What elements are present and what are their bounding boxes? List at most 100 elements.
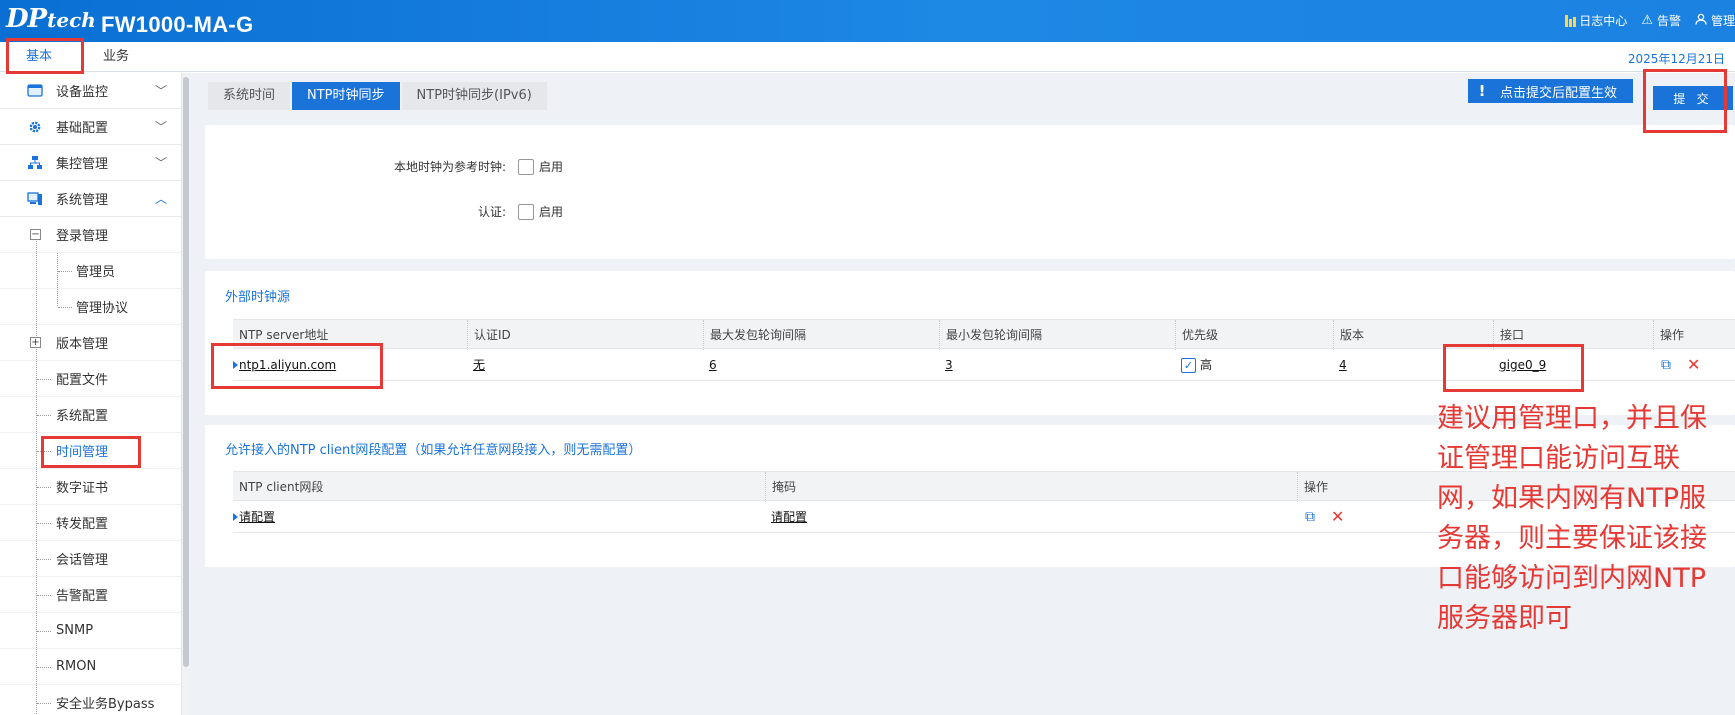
ntp-server-link[interactable]: ntp1.aliyun.com <box>239 358 336 372</box>
collapse-icon[interactable]: − <box>30 229 41 240</box>
logo-tech: tech <box>47 8 96 32</box>
sidebar-item-time-management[interactable]: 时间管理 <box>0 433 181 469</box>
local-reference-clock-checkbox[interactable] <box>518 158 534 175</box>
log-center-link[interactable]: 日志中心 <box>1565 12 1627 29</box>
sidebar-item-label: 版本管理 <box>56 337 109 352</box>
sidebar-item-alarm-config[interactable]: 告警配置 <box>0 577 181 613</box>
monitor-icon <box>26 82 44 100</box>
priority-value: 高 <box>1200 358 1213 372</box>
sidebar-item-rmon[interactable]: RMON <box>0 649 181 685</box>
submit-notice: ! 点击提交后配置生效 <box>1468 79 1634 103</box>
network-icon <box>26 154 44 172</box>
cell-interface: gige0_9 <box>1493 349 1546 381</box>
col-priority: 优先级 <box>1175 320 1218 350</box>
col-ntp-server: NTP server地址 <box>239 328 329 342</box>
expand-icon[interactable]: + <box>30 337 41 348</box>
chevron-down-icon: ﹀ <box>154 120 167 134</box>
sidebar-scrollbar[interactable] <box>182 73 190 715</box>
local-reference-clock-label: 本地时钟为参考时钟: <box>393 160 506 174</box>
warning-icon: ⚠ <box>1641 13 1653 28</box>
enable-caption: 启用 <box>539 205 564 219</box>
sidebar-group-label: 集控管理 <box>56 157 109 172</box>
sidebar-group-label: 设备监控 <box>56 85 109 100</box>
sidebar-item-label: SNMP <box>56 623 94 638</box>
annotation-note: 建议用管理口，并且保证管理口能访问互联网，如果内网有NTP服务器，则主要保证该接… <box>1437 403 1707 634</box>
copy-icon[interactable]: ⧉ <box>1305 509 1315 525</box>
logo-dp: DP <box>6 4 47 34</box>
top-actions: 日志中心 ⚠ 告警 管理 <box>1551 12 1735 29</box>
alarm-link[interactable]: ⚠ 告警 <box>1641 12 1681 29</box>
top-bar: DP tech FW1000-MA-G 日志中心 ⚠ 告警 管理 <box>0 0 1735 42</box>
sidebar-item-snmp[interactable]: SNMP <box>0 613 181 649</box>
sidebar-item-login-management[interactable]: − 登录管理 <box>0 217 181 253</box>
sidebar-item-version-management[interactable]: + 版本管理 <box>0 325 181 361</box>
external-clock-panel: 外部时钟源 NTP server地址 认证ID 最大发包轮询间隔 最小发包轮询间… <box>205 271 1735 415</box>
priority-checkbox[interactable]: ✓ <box>1181 358 1196 373</box>
submit-button[interactable]: 提 交 <box>1653 86 1733 110</box>
max-interval-link[interactable]: 6 <box>709 358 717 372</box>
authentication-checkbox[interactable] <box>518 203 534 220</box>
sidebar-item-forwarding-config[interactable]: 转发配置 <box>0 505 181 541</box>
computer-icon <box>26 190 44 208</box>
cell-client-segment: 请配置 <box>233 501 275 533</box>
sidebar-item-label: RMON <box>56 659 97 674</box>
sidebar-item-administrator[interactable]: 管理员 <box>0 253 181 289</box>
tab-business[interactable]: 业务 <box>103 42 129 72</box>
scrollbar-thumb[interactable] <box>183 77 189 667</box>
sidebar-group-central-control[interactable]: 集控管理 ﹀ <box>0 145 181 181</box>
cell-min-interval: 3 <box>939 349 953 381</box>
sidebar-group-label: 基础配置 <box>56 121 109 136</box>
delete-icon[interactable]: ✕ <box>1331 507 1344 526</box>
cell-version: 4 <box>1333 349 1347 381</box>
mask-link[interactable]: 请配置 <box>771 510 807 524</box>
copy-icon[interactable]: ⧉ <box>1661 357 1671 373</box>
alarm-label: 告警 <box>1656 14 1681 28</box>
min-interval-link[interactable]: 3 <box>945 358 953 372</box>
product-name: FW1000-MA-G <box>101 12 254 37</box>
cell-max-interval: 6 <box>703 349 717 381</box>
auth-id-link[interactable]: 无 <box>473 358 485 372</box>
sidebar-item-label: 数字证书 <box>56 481 109 496</box>
current-date: 2025年12月21日 <box>1627 52 1725 66</box>
sidebar-item-digital-certificate[interactable]: 数字证书 <box>0 469 181 505</box>
chevron-up-icon: ︿ <box>154 192 167 206</box>
user-label: 管理 <box>1710 14 1735 28</box>
sub-tabs: 系统时间 NTP时钟同步 NTP时钟同步(IPv6) <box>208 82 549 110</box>
tab-ntp-sync[interactable]: NTP时钟同步 <box>292 82 400 110</box>
gear-icon <box>26 118 44 136</box>
delete-icon[interactable]: ✕ <box>1687 355 1700 374</box>
version-link[interactable]: 4 <box>1339 358 1347 372</box>
tab-ntp-sync-ipv6[interactable]: NTP时钟同步(IPv6) <box>401 82 547 110</box>
authentication-row: 认证: 启用 <box>323 203 563 220</box>
interface-link[interactable]: gige0_9 <box>1499 358 1546 372</box>
exclamation-icon: ! <box>1478 82 1486 100</box>
user-menu[interactable]: 管理 <box>1695 12 1735 29</box>
col-operation: 操作 <box>1297 472 1328 502</box>
log-center-label: 日志中心 <box>1579 14 1628 28</box>
col-max-interval: 最大发包轮询间隔 <box>703 320 806 350</box>
sidebar-item-label: 登录管理 <box>56 229 109 244</box>
sidebar-item-session-management[interactable]: 会话管理 <box>0 541 181 577</box>
external-clock-table: NTP server地址 认证ID 最大发包轮询间隔 最小发包轮询间隔 优先级 … <box>233 319 1735 381</box>
log-chart-icon <box>1565 14 1577 27</box>
cell-priority: ✓ 高 <box>1175 349 1212 381</box>
table-header: NTP server地址 认证ID 最大发包轮询间隔 最小发包轮询间隔 优先级 … <box>233 319 1735 350</box>
ntp-client-title: 允许接入的NTP client网段配置（如果允许任意网段接入，则无需配置） <box>225 443 642 458</box>
sidebar-group-device-monitor[interactable]: 设备监控 ﹀ <box>0 73 181 109</box>
dptech-logo: DP tech <box>6 4 96 38</box>
sidebar-item-system-config[interactable]: 系统配置 <box>0 397 181 433</box>
authentication-label: 认证: <box>477 205 506 219</box>
sidebar-group-system-management[interactable]: 系统管理 ︿ <box>0 181 181 217</box>
sidebar-item-management-protocol[interactable]: 管理协议 <box>0 289 181 325</box>
table-row[interactable]: ntp1.aliyun.com 无 6 3 ✓ 高 4 gige0_9 ⧉ ✕ <box>233 349 1735 381</box>
client-segment-link[interactable]: 请配置 <box>239 510 275 524</box>
enable-caption: 启用 <box>539 160 564 174</box>
tab-basic[interactable]: 基本 <box>11 42 67 73</box>
sidebar-item-security-bypass[interactable]: 安全业务Bypass <box>0 685 181 715</box>
external-clock-title: 外部时钟源 <box>225 290 291 305</box>
sidebar-item-label: 告警配置 <box>56 589 109 604</box>
sidebar-item-config-file[interactable]: 配置文件 <box>0 361 181 397</box>
tab-system-time[interactable]: 系统时间 <box>208 82 291 110</box>
sidebar: 设备监控 ﹀ 基础配置 ﹀ 集控管理 ﹀ 系统管理 ︿ − 登录管理 管理员 管… <box>0 73 182 715</box>
sidebar-group-basic-config[interactable]: 基础配置 ﹀ <box>0 109 181 145</box>
